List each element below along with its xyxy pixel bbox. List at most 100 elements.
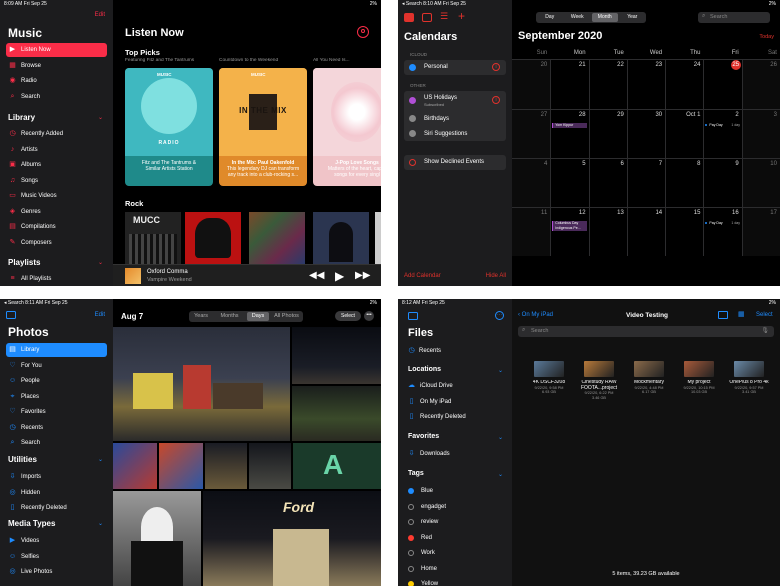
calendar-day-cell[interactable]: 26 — [741, 59, 780, 109]
playlists-header[interactable]: Playlists — [8, 258, 40, 267]
calendar-day-cell[interactable]: 12 — [550, 207, 589, 256]
event-label[interactable]: Pay Day — [709, 123, 722, 127]
sidebar-toggle-icon[interactable] — [6, 311, 16, 319]
info-icon[interactable]: i — [492, 63, 500, 71]
sidebar-item-browse[interactable]: ▦ Browse — [6, 59, 107, 73]
today-button[interactable]: Today — [759, 34, 774, 40]
sidebar-item-recents[interactable]: ◷ Recents — [408, 344, 441, 358]
event-label[interactable]: Yom Kippur — [552, 123, 587, 128]
calendar-day-cell[interactable]: 21 — [550, 59, 589, 109]
photo-thumbnail[interactable] — [113, 491, 201, 586]
photo-thumbnail[interactable]: Ford — [203, 491, 381, 586]
segment-years[interactable]: Years — [190, 312, 212, 321]
sidebar-item-icloud-drive[interactable]: ☁ iCloud Drive — [405, 379, 506, 393]
more-icon[interactable]: ··· — [495, 311, 504, 320]
photo-thumbnail[interactable]: A — [293, 443, 381, 489]
microphone-icon[interactable]: 🎙︎ — [761, 327, 769, 334]
view-tab-week[interactable]: Week — [565, 13, 591, 22]
chevron-down-icon[interactable]: ⌄ — [498, 367, 503, 374]
sidebar-item-people[interactable]: ☺ People — [6, 374, 107, 388]
photo-thumbnail[interactable] — [159, 443, 203, 489]
view-tab-month[interactable]: Month — [592, 13, 618, 22]
calendar-day-cell[interactable]: 13 — [588, 207, 627, 256]
rock-album-art[interactable] — [375, 212, 381, 264]
checkmark-icon[interactable] — [409, 130, 416, 137]
sidebar-item-genres[interactable]: ◈ Genres — [6, 205, 107, 219]
edit-button[interactable]: Edit — [95, 312, 105, 318]
checkmark-icon[interactable] — [409, 97, 416, 104]
sidebar-item-compilations[interactable]: ▤ Compilations — [6, 220, 107, 234]
rock-album-art[interactable] — [185, 212, 241, 264]
view-tab-year[interactable]: Year — [620, 13, 646, 22]
sidebar-item-hidden[interactable]: ◎ Hidden — [6, 486, 107, 500]
favorites-header[interactable]: Favorites — [408, 433, 439, 440]
photo-thumbnail[interactable] — [205, 443, 247, 489]
radio-icon[interactable] — [409, 159, 416, 166]
calendar-day-cell[interactable]: 11 — [512, 207, 551, 256]
sidebar-item-favorites[interactable]: ♡ Favorites — [6, 405, 107, 419]
rock-album-art[interactable] — [249, 212, 305, 264]
hide-all-button[interactable]: Hide All — [486, 273, 506, 279]
locations-header[interactable]: Locations — [408, 366, 441, 373]
info-icon[interactable]: i — [492, 96, 500, 104]
sidebar-item-songs[interactable]: ♫ Songs — [6, 174, 107, 188]
search-field[interactable]: ⌕ Search — [698, 12, 770, 23]
edit-button[interactable]: Edit — [95, 12, 105, 18]
chevron-down-icon[interactable]: ⌄ — [98, 520, 103, 527]
chevron-down-icon[interactable]: ⌄ — [498, 434, 503, 441]
sidebar-item-recents[interactable]: ◷ Recents — [6, 421, 107, 435]
add-calendar-button[interactable]: Add Calendar — [404, 273, 441, 279]
tag-item-red[interactable]: Red — [408, 532, 432, 544]
chevron-down-icon[interactable]: ⌄ — [98, 259, 103, 266]
photo-thumbnail[interactable] — [113, 443, 157, 489]
play-icon[interactable]: ▶ — [335, 269, 344, 283]
sidebar-item-recently-deleted[interactable]: ▯ Recently Deleted — [405, 410, 506, 424]
top-pick-card[interactable]: MUSICJ-Pop Love SongsMatters of the hear… — [313, 68, 381, 186]
calendar-day-cell[interactable]: 29 — [588, 109, 627, 158]
sidebar-item-on-my-ipad[interactable]: ▯ On My iPad — [405, 395, 506, 409]
segment-all-photos[interactable]: All Photos — [271, 312, 302, 321]
view-tab-day[interactable]: Day — [537, 13, 563, 22]
calendar-day-cell[interactable]: 10 — [741, 158, 780, 207]
sidebar-item-recently-added[interactable]: ◷ Recently Added — [6, 127, 107, 141]
event-label[interactable]: Pay Day — [709, 221, 722, 225]
calendar-day-cell[interactable]: 9 — [703, 158, 742, 207]
calendar-day-cell[interactable]: 15 — [665, 207, 704, 256]
status-back[interactable]: Search — [8, 300, 24, 306]
sidebar-item-albums[interactable]: ▣ Albums — [6, 158, 107, 172]
chevron-down-icon[interactable]: ⌄ — [98, 114, 103, 121]
sidebar-item-radio[interactable]: ◉ Radio — [6, 74, 107, 88]
sidebar-item-artists[interactable]: ♪ Artists — [6, 143, 107, 157]
calendar-day-cell[interactable]: 20 — [512, 59, 551, 109]
segment-days[interactable]: Days — [247, 312, 270, 321]
status-back[interactable]: Search — [406, 1, 422, 7]
fast-forward-icon[interactable]: ▶▶ — [355, 270, 370, 281]
inbox-icon[interactable] — [422, 13, 432, 22]
add-icon[interactable]: + — [458, 9, 465, 23]
checkmark-icon[interactable] — [409, 115, 416, 122]
sidebar-item-for-you[interactable]: ♡ For You — [6, 359, 107, 373]
calendar-day-cell[interactable]: Oct 1 — [665, 109, 704, 158]
calendar-icon[interactable] — [404, 13, 414, 22]
calendar-day-cell[interactable]: 4 — [512, 158, 551, 207]
calendar-day-cell[interactable]: 8 — [665, 158, 704, 207]
file-item[interactable]: OnePlus 8 Pro 4k 9/22/20, 9:57 PM 3.41 GB — [726, 361, 772, 411]
top-pick-card[interactable]: MUSIC IN THE MIX In the Mix: Paul Oakenfol… — [219, 68, 307, 186]
sidebar-item-selfies[interactable]: ☺ Selfies — [6, 550, 107, 564]
calendar-day-cell[interactable]: 3 — [741, 109, 780, 158]
back-button[interactable]: ‹ On My iPad — [518, 312, 553, 318]
rock-album-art[interactable] — [313, 212, 369, 264]
account-icon[interactable] — [357, 26, 369, 38]
file-item[interactable]: My project 9/22/20, 10:15 PM 10.03 GB — [676, 361, 722, 411]
search-field[interactable]: ⌕ Search 🎙︎ — [518, 326, 774, 337]
calendar-day-cell[interactable]: 24 — [665, 59, 704, 109]
show-declined-row[interactable]: Show Declined Events — [404, 155, 506, 170]
rock-album-art[interactable]: MUCC — [125, 212, 181, 264]
sidebar-item-videos[interactable]: ▶ Videos — [6, 534, 107, 548]
photo-thumbnail[interactable] — [249, 443, 291, 489]
calendar-day-cell[interactable]: 22 — [588, 59, 627, 109]
more-icon[interactable]: ••• — [364, 311, 374, 321]
media-types-header[interactable]: Media Types — [8, 519, 55, 528]
tag-item-engadget[interactable]: engadget — [408, 501, 446, 513]
grid-view-icon[interactable]: ▦ — [738, 311, 746, 319]
